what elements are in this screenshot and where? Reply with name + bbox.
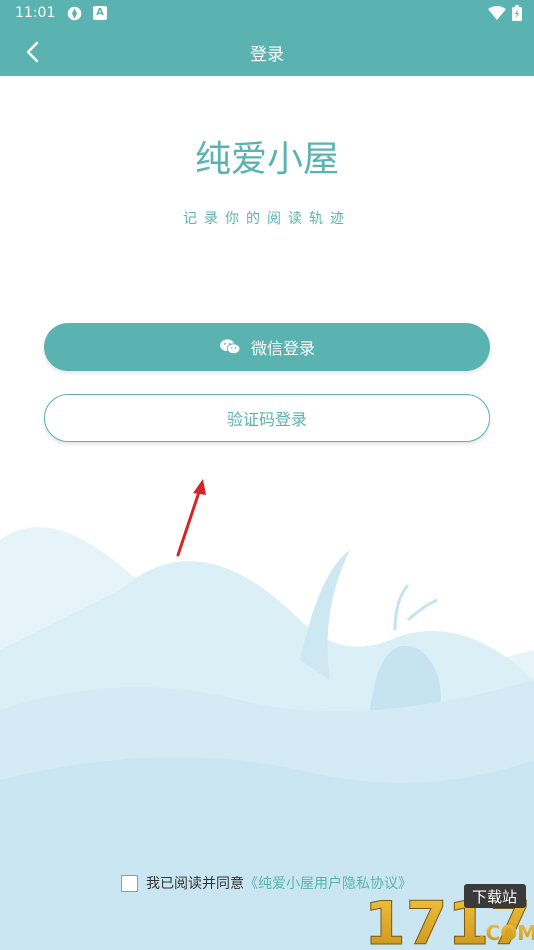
code-login-button[interactable]: 验证码登录 bbox=[44, 394, 490, 442]
wifi-icon bbox=[488, 6, 506, 20]
battery-icon bbox=[512, 5, 522, 21]
watermark-logo: 17178 下载站 .COM bbox=[364, 884, 534, 950]
sync-icon bbox=[67, 6, 82, 21]
code-login-label: 验证码登录 bbox=[226, 410, 307, 429]
agree-checkbox[interactable] bbox=[121, 874, 138, 892]
watermark-domain: .COM bbox=[478, 921, 534, 945]
wechat-login-button[interactable]: 微信登录 bbox=[44, 323, 490, 371]
status-right bbox=[488, 5, 522, 21]
watermark-tag: 下载站 bbox=[472, 888, 517, 906]
app-notification-icon: A bbox=[93, 6, 107, 20]
app-slogan: 记录你的阅读轨迹 bbox=[183, 211, 351, 227]
status-time: 11:01 bbox=[15, 5, 56, 21]
app-logo: 纯爱小屋 bbox=[194, 139, 339, 180]
wechat-login-label: 微信登录 bbox=[250, 339, 315, 358]
status-bar: 11:01 A bbox=[0, 0, 534, 28]
agreement-text: 我已阅读并同意 bbox=[146, 876, 244, 892]
wechat-icon bbox=[220, 339, 241, 355]
page-title: 登录 bbox=[250, 45, 284, 65]
